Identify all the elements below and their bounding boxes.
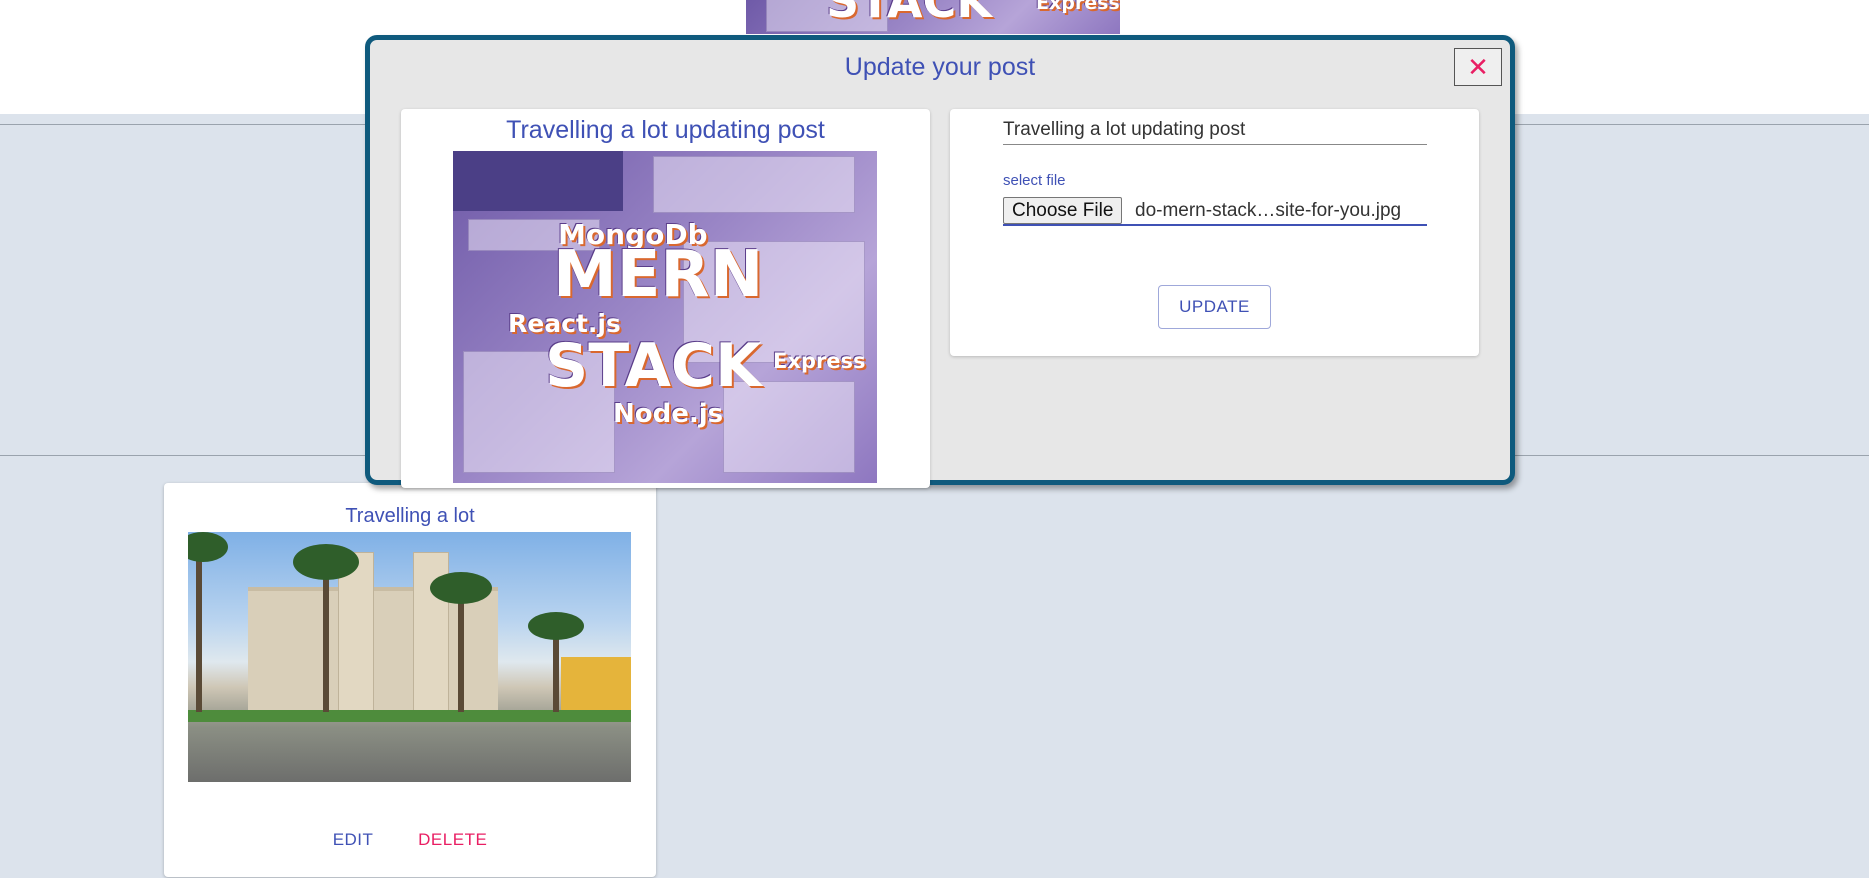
file-label: select file [1003,172,1066,189]
post-title: Travelling a lot [345,505,475,527]
background-post-thumbnail: STACK Express [746,0,1120,34]
thumb-word: MERN [553,238,764,312]
post-image [188,532,631,782]
update-button[interactable]: UPDATE [1158,285,1271,329]
thumb-word: Express [1036,0,1120,14]
file-input[interactable]: Choose File do-mern-stack…site-for-you.j… [1003,196,1427,226]
preview-title: Travelling a lot updating post [506,116,825,144]
close-icon: ✕ [1467,52,1489,82]
close-button[interactable]: ✕ [1454,48,1502,86]
edit-button[interactable]: EDIT [333,830,374,850]
update-post-modal: Update your post ✕ Travelling a lot upda… [365,35,1515,488]
update-form-card: select file Choose File do-mern-stack…si… [950,109,1479,356]
thumb-word: STACK [826,0,992,28]
delete-button[interactable]: DELETE [418,830,487,850]
thumb-word: STACK [545,331,762,401]
thumb-word: Express [773,349,866,373]
modal-title: Update your post [844,53,1036,81]
post-actions: EDIT DELETE [164,830,656,850]
preview-image: MongoDb MERN React.js STACK Express Node… [453,151,877,483]
post-card: Travelling a lot EDIT DELETE [164,483,656,877]
title-input[interactable] [1003,115,1427,145]
post-preview-card: Travelling a lot updating post MongoDb M… [401,109,930,488]
selected-file-name: do-mern-stack…site-for-you.jpg [1135,200,1402,221]
thumb-word: Node.js [613,399,724,429]
choose-file-button[interactable]: Choose File [1003,197,1123,224]
